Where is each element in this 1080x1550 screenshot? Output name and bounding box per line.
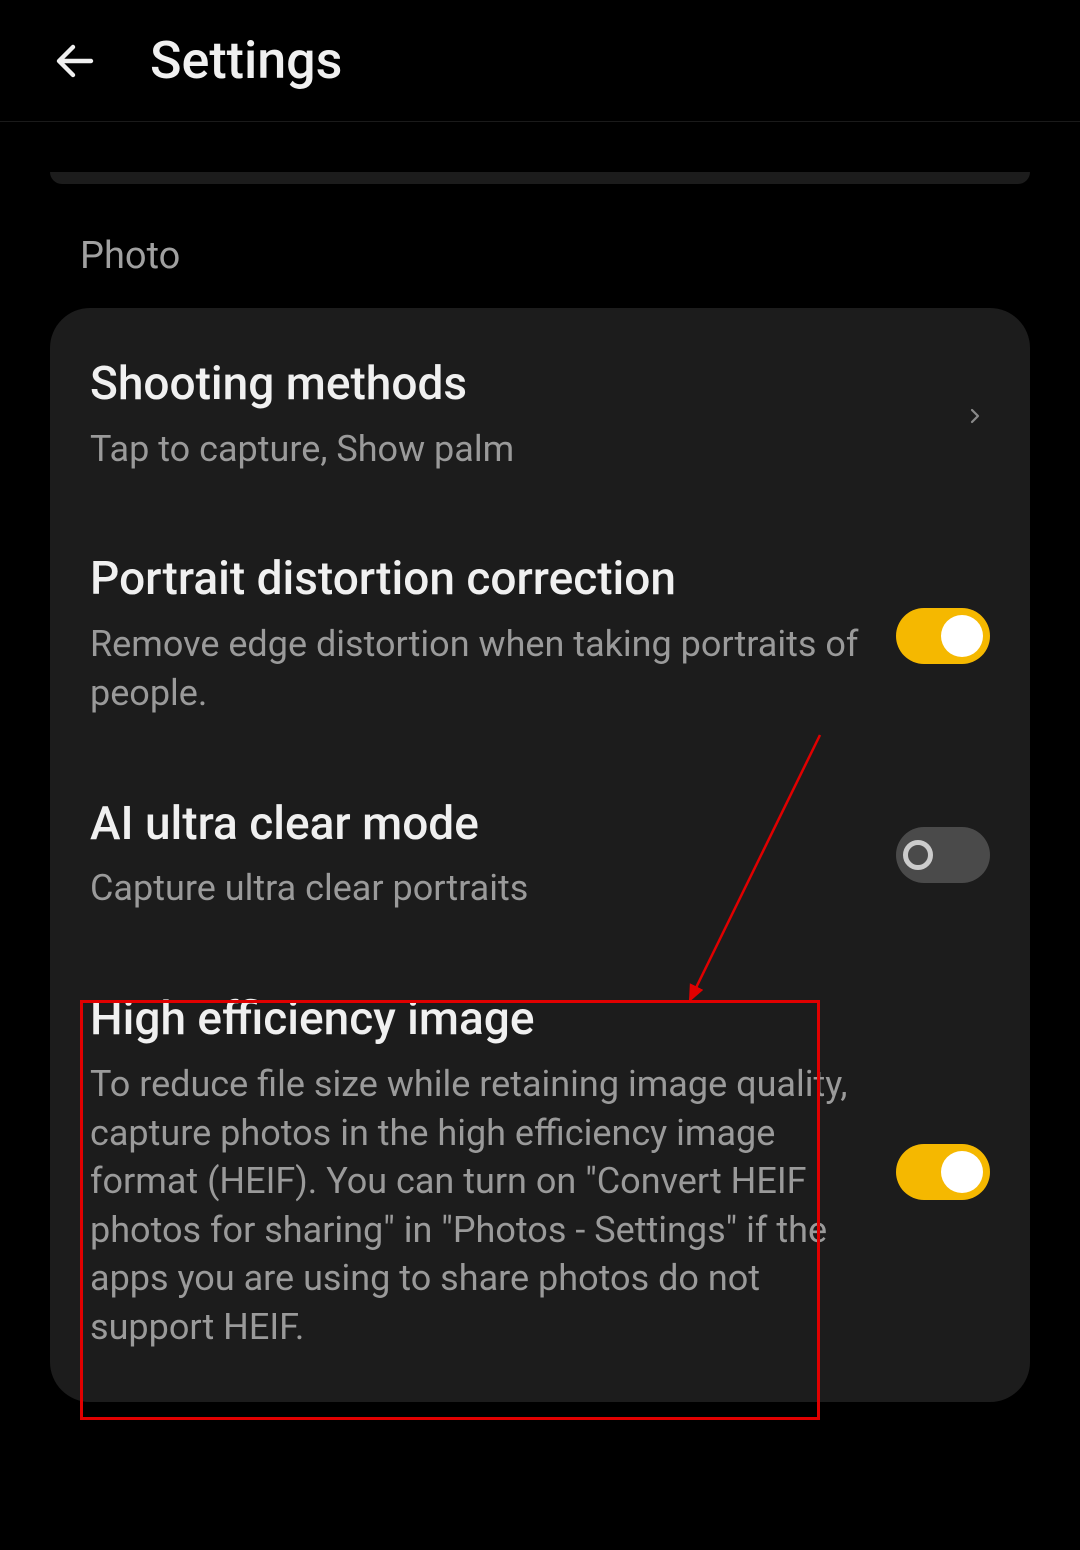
toggle-high-efficiency-image[interactable] [896,1144,990,1200]
row-title: AI ultra clear mode [90,798,876,851]
row-title: High efficiency image [90,993,876,1046]
row-ai-ultra-clear-mode[interactable]: AI ultra clear mode Capture ultra clear … [50,758,1030,953]
back-button[interactable] [50,36,100,86]
row-text: Portrait distortion correction Remove ed… [90,553,876,717]
row-subtitle: Remove edge distortion when taking portr… [90,620,876,717]
content: Photo Shooting methods Tap to capture, S… [0,122,1080,1402]
row-shooting-methods[interactable]: Shooting methods Tap to capture, Show pa… [50,318,1030,513]
toggle-ai-ultra-clear[interactable] [896,827,990,883]
arrow-left-icon [51,37,99,85]
row-title: Portrait distortion correction [90,553,876,606]
row-subtitle: Tap to capture, Show palm [90,425,940,474]
row-text: AI ultra clear mode Capture ultra clear … [90,798,876,913]
row-subtitle: Capture ultra clear portraits [90,864,876,913]
chevron-right-icon [960,401,990,431]
toggle-knob [941,615,983,657]
row-subtitle: To reduce file size while retaining imag… [90,1060,876,1352]
settings-card-photo: Shooting methods Tap to capture, Show pa… [50,308,1030,1402]
row-text: High efficiency image To reduce file siz… [90,993,876,1351]
row-text: Shooting methods Tap to capture, Show pa… [90,358,940,473]
row-title: Shooting methods [90,358,940,411]
header: Settings [0,0,1080,122]
section-label-photo: Photo [80,234,1030,278]
row-high-efficiency-image[interactable]: High efficiency image To reduce file siz… [50,953,1030,1391]
toggle-knob [941,1151,983,1193]
row-portrait-distortion-correction[interactable]: Portrait distortion correction Remove ed… [50,513,1030,757]
page-title: Settings [150,30,342,91]
toggle-knob [903,840,933,870]
previous-card-edge [50,172,1030,184]
toggle-portrait-distortion[interactable] [896,608,990,664]
